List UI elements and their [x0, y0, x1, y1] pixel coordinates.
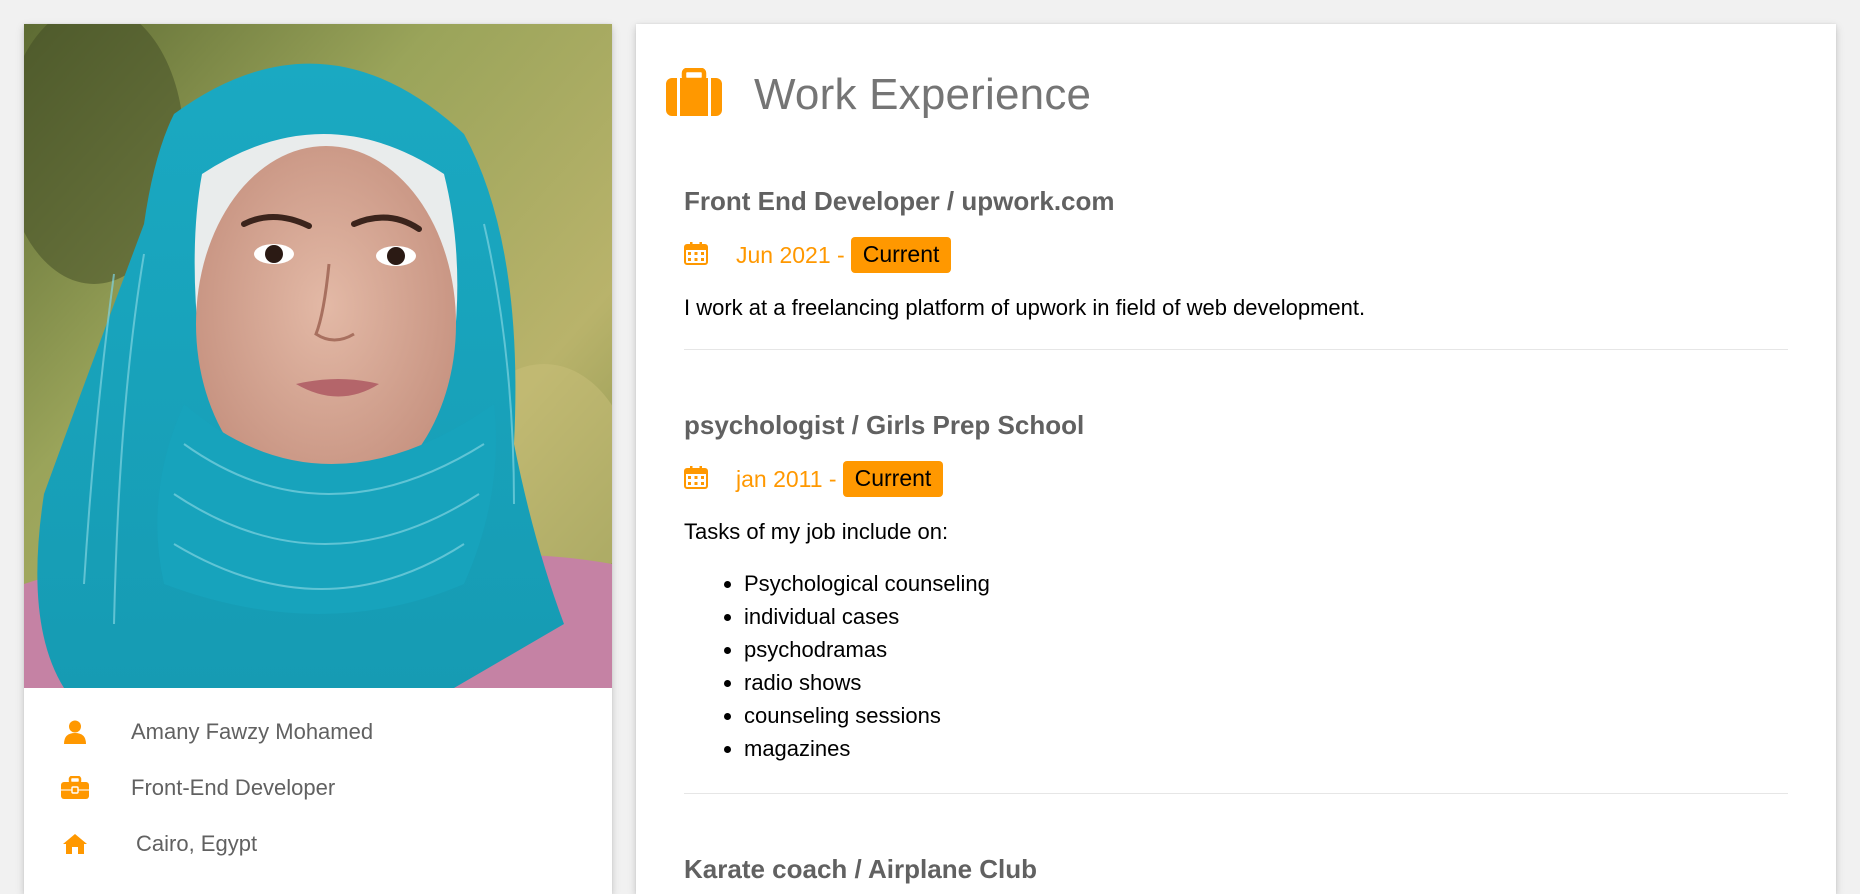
profile-card: Amany Fawzy Mohamed Front-End Developer … [24, 24, 612, 894]
user-icon [58, 720, 92, 744]
job-description: Tasks of my job include on: [684, 519, 949, 544]
home-icon [58, 833, 92, 855]
profile-location: Cairo, Egypt [136, 831, 258, 856]
calendar-icon [684, 465, 708, 494]
job-title: Front End Developer / upwork.com [684, 186, 1115, 216]
profile-location-row: Cairo, Egypt [24, 824, 257, 864]
job-description: I work at a freelancing platform of upwo… [684, 295, 1366, 320]
list-item: psychodramas [744, 633, 1788, 666]
briefcase-icon [58, 776, 92, 800]
profile-role-row: Front-End Developer [24, 768, 335, 808]
list-item: magazines [744, 732, 1788, 765]
section-heading: Work Experience [666, 67, 1092, 121]
job-start-date: Jun 2021 - [736, 241, 845, 268]
job-entry: Front End Developer / upwork.com Jun 202… [684, 186, 1788, 350]
profile-name-row: Amany Fawzy Mohamed [24, 712, 373, 752]
job-dates: Jun 2021 - Current [684, 237, 1788, 273]
profile-name: Amany Fawzy Mohamed [131, 719, 374, 744]
work-experience-card: Work Experience Front End Developer / up… [636, 24, 1836, 894]
divider [684, 793, 1788, 794]
job-title: psychologist / Girls Prep School [684, 410, 1085, 440]
job-dates: jan 2011 - Current [684, 461, 1788, 497]
calendar-icon [684, 241, 708, 270]
list-item: radio shows [744, 666, 1788, 699]
profile-role: Front-End Developer [131, 775, 336, 800]
job-start-date: jan 2011 - [736, 465, 837, 492]
task-list: Psychological counseling individual case… [684, 567, 1788, 765]
list-item: individual cases [744, 600, 1788, 633]
list-item: Psychological counseling [744, 567, 1788, 600]
suitcase-icon [666, 67, 722, 121]
list-item: counseling sessions [744, 699, 1788, 732]
section-title: Work Experience [754, 69, 1092, 119]
current-badge: Current [842, 461, 944, 497]
profile-photo [24, 24, 612, 688]
job-entry: psychologist / Girls Prep School jan 201… [684, 410, 1788, 794]
current-badge: Current [850, 237, 952, 273]
divider [684, 349, 1788, 350]
